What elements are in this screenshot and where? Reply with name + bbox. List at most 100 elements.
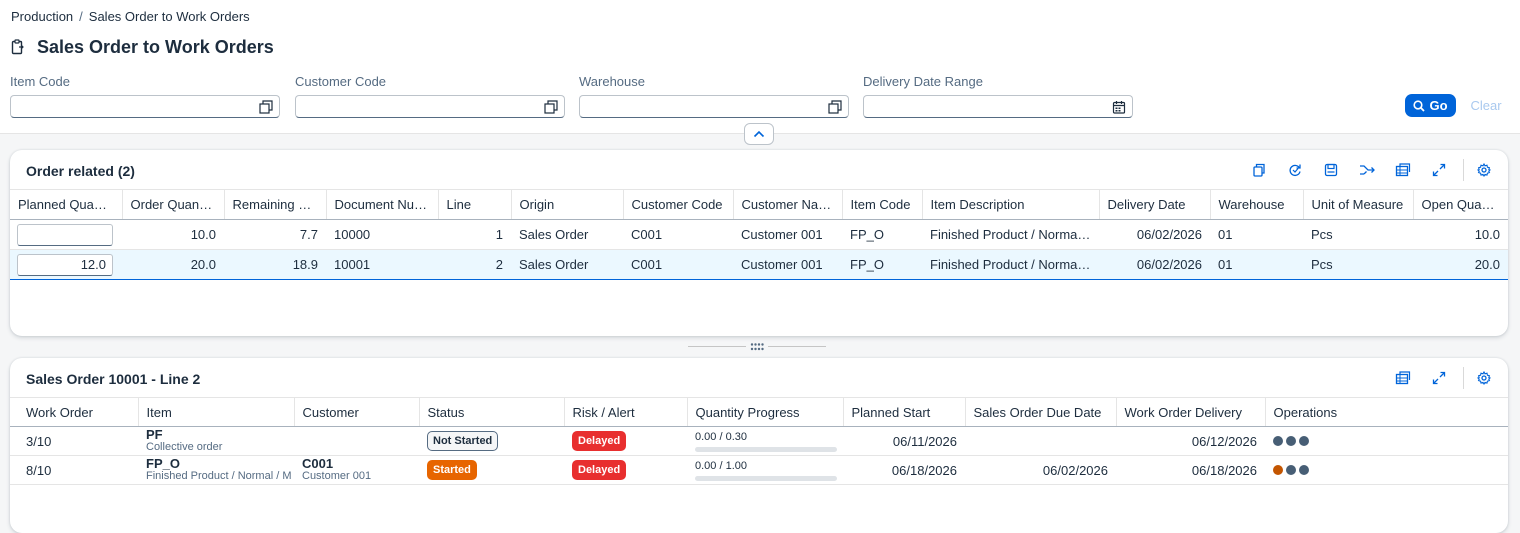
panel-splitter[interactable] [688,341,826,353]
order-quantity-cell: 10.0 [122,219,224,250]
settings-icon[interactable] [1473,367,1495,389]
item-description: Finished Product / Normal / M [146,470,292,482]
column-header[interactable]: Customer Name [733,189,843,220]
work-orders-toolbar [1392,358,1508,398]
planned-quantity-input[interactable]: 12.0 [17,253,113,276]
column-header[interactable]: Document Number [326,189,439,220]
filter-label: Warehouse [579,74,645,89]
filter-customer-code: Customer Code [295,74,565,118]
open-quantity-cell: 10.0 [1413,219,1508,250]
operation-status-dot[interactable] [1273,435,1283,446]
orders-panel: Order related (2) Planned Quantity Order… [10,150,1508,336]
column-header[interactable]: Open Quantity [1413,189,1508,220]
planned-start-cell: 06/18/2026 [843,455,965,485]
column-header[interactable]: Item Description [922,189,1100,220]
fullscreen-icon[interactable] [1428,159,1450,181]
value-help-icon[interactable] [828,100,842,114]
go-button[interactable]: Go [1405,94,1456,117]
refresh-icon[interactable] [1284,159,1306,181]
column-header[interactable]: Unit of Measure [1303,189,1414,220]
table-row[interactable]: 12.0 20.0 18.9 10001 2 Sales Order C001 … [10,249,1508,280]
collapse-header-button[interactable] [744,123,774,145]
column-header[interactable]: Item [138,397,295,427]
warehouse-input[interactable] [579,95,849,118]
due-date-cell: 06/02/2026 [965,455,1116,485]
column-header[interactable]: Order Quantity [122,189,225,220]
filter-label: Customer Code [295,74,387,89]
operation-status-dot[interactable] [1286,435,1296,446]
breadcrumb-separator: / [79,9,83,24]
export-icon[interactable] [1392,367,1414,389]
column-header[interactable]: Remaining Quantity [224,189,327,220]
item-description-cell: Finished Product / Normal / Order [922,249,1099,280]
operations-cell [1265,426,1508,456]
export-icon[interactable] [1392,159,1414,181]
customer-code-input[interactable] [295,95,565,118]
column-header[interactable]: Planned Start [843,397,966,427]
copy-icon[interactable] [1248,159,1270,181]
table-row[interactable]: 8/10 FP_O Finished Product / Normal / M … [10,455,1508,485]
filter-delivery-date-range: Delivery Date Range [863,74,1133,118]
column-header[interactable]: Sales Order Due Date [965,397,1117,427]
column-header[interactable]: Work Order Delivery [1116,397,1266,427]
customer-name-cell: Customer 001 [733,249,842,280]
progress-text: 0.00 / 0.30 [695,430,747,443]
quantity-progress-cell: 0.00 / 1.00 [687,455,843,485]
planned-start-cell: 06/11/2026 [843,426,965,456]
filter-label: Item Code [10,74,70,89]
fullscreen-icon[interactable] [1428,367,1450,389]
delivery-cell: 06/18/2026 [1116,455,1265,485]
operations-cell [1265,455,1508,485]
remaining-quantity-cell: 7.7 [224,219,326,250]
column-header[interactable]: Warehouse [1210,189,1304,220]
title-row: Sales Order to Work Orders [11,36,274,58]
save-icon[interactable] [1320,159,1342,181]
planned-quantity-cell [10,219,122,250]
breadcrumb: Production / Sales Order to Work Orders [11,9,250,24]
column-header[interactable]: Work Order [10,397,139,427]
operation-status-dot[interactable] [1299,464,1309,475]
delivery-date-range-input[interactable] [863,95,1133,118]
operation-status-dot[interactable] [1273,464,1283,475]
customer-name: Customer 001 [302,470,372,482]
progress-bar [695,475,837,481]
progress-bar [695,446,837,452]
toolbar-separator [1463,367,1464,389]
delivery-cell: 06/12/2026 [1116,426,1265,456]
clipboard-icon [11,39,24,55]
column-header[interactable]: Customer [294,397,420,427]
value-help-icon[interactable] [544,100,558,114]
item-code-input[interactable] [10,95,280,118]
column-header[interactable]: Risk / Alert [564,397,688,427]
column-header[interactable]: Delivery Date [1099,189,1211,220]
settings-icon[interactable] [1473,159,1495,181]
table-row[interactable]: 3/10 PF Collective order Not Started Del… [10,426,1508,456]
split-icon[interactable] [1356,159,1378,181]
table-row[interactable]: 10.0 7.7 10000 1 Sales Order C001 Custom… [10,219,1508,250]
breadcrumb-link-production[interactable]: Production [11,9,73,24]
column-header[interactable]: Planned Quantity [10,189,123,220]
column-header[interactable]: Item Code [842,189,923,220]
planned-quantity-cell: 12.0 [10,249,122,280]
customer-name-cell: Customer 001 [733,219,842,250]
work-order-cell: 8/10 [10,455,138,485]
column-header[interactable]: Customer Code [623,189,734,220]
operation-status-dot[interactable] [1299,435,1309,446]
clear-button[interactable]: Clear [1466,94,1506,117]
value-help-icon[interactable] [259,100,273,114]
column-header[interactable]: Quantity Progress [687,397,844,427]
filter-label: Delivery Date Range [863,74,983,89]
operation-status-dot[interactable] [1286,464,1296,475]
column-header[interactable]: Line [438,189,512,220]
risk-badge: Delayed [572,460,627,480]
item-code: FP_O [146,456,180,471]
progress-text: 0.00 / 1.00 [695,459,747,472]
column-header[interactable]: Operations [1265,397,1508,427]
item-description-cell: Finished Product / Normal / Order [922,219,1099,250]
calendar-icon[interactable] [1112,100,1126,114]
column-header[interactable]: Origin [511,189,624,220]
chevron-up-icon [753,130,765,138]
planned-quantity-input[interactable] [17,223,113,246]
column-header[interactable]: Status [419,397,565,427]
orders-table: Planned Quantity Order Quantity Remainin… [10,189,1508,280]
